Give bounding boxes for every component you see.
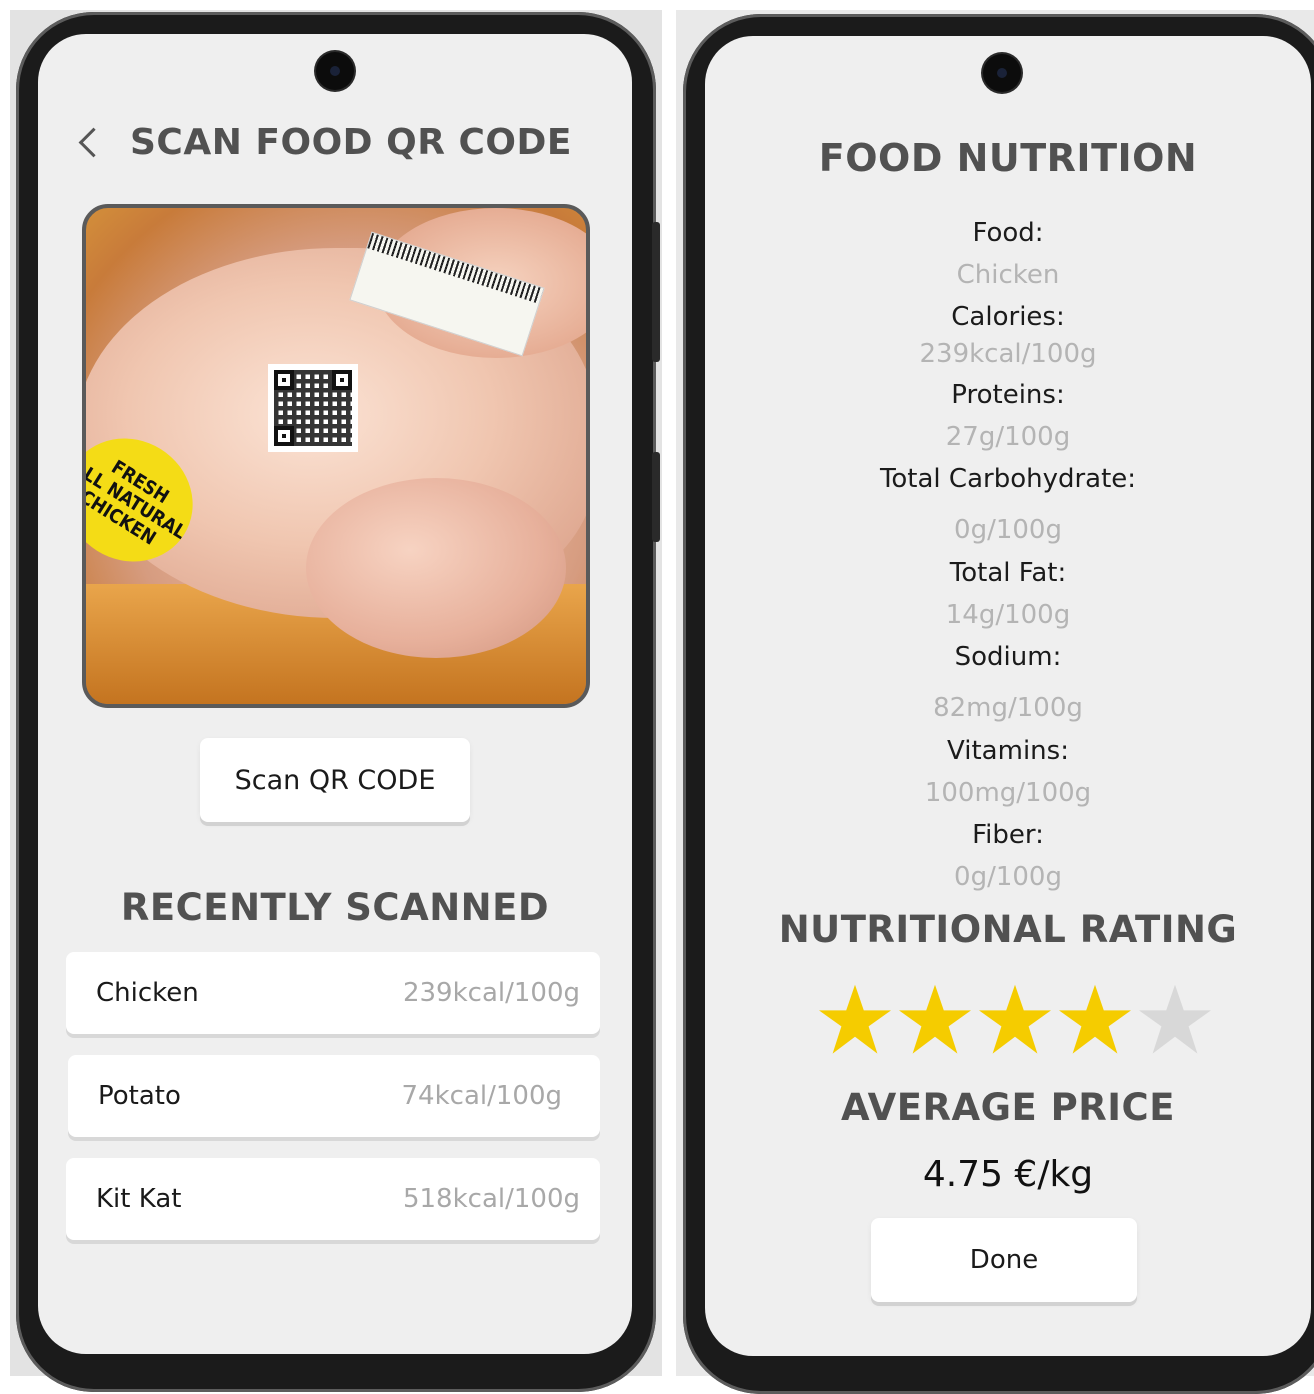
qr-code-icon bbox=[268, 364, 358, 452]
phone-frame-nutrition: FOOD NUTRITION Food: Chicken Calories: 2… bbox=[683, 14, 1314, 1394]
photo-chicken-leg bbox=[306, 478, 566, 658]
star-filled-icon bbox=[899, 984, 971, 1054]
item-name: Chicken bbox=[96, 978, 199, 1008]
phone-frame-scan: SCAN FOOD QR CODE FRESH ALL NATURAL CHIC… bbox=[16, 12, 660, 1392]
fact-label: Total Fat: bbox=[949, 558, 1067, 588]
average-price-value: 4.75 €/kg bbox=[922, 1154, 1094, 1195]
item-calories: 74kcal/100g bbox=[401, 1081, 562, 1111]
page-title: SCAN FOOD QR CODE bbox=[130, 121, 572, 163]
nutrition-screen: FOOD NUTRITION Food: Chicken Calories: 2… bbox=[705, 36, 1311, 1356]
fact-value: Chicken bbox=[956, 260, 1060, 290]
fact-value: 0g/100g bbox=[954, 862, 1062, 892]
item-name: Kit Kat bbox=[96, 1184, 182, 1214]
fact-value: 27g/100g bbox=[945, 422, 1071, 452]
back-chevron-icon[interactable] bbox=[74, 122, 104, 162]
scan-qr-code-button[interactable]: Scan QR CODE bbox=[200, 738, 470, 822]
star-filled-icon bbox=[1059, 984, 1131, 1054]
star-filled-icon bbox=[979, 984, 1051, 1054]
star-rating bbox=[815, 980, 1215, 1070]
fact-label: Sodium: bbox=[954, 642, 1062, 672]
fact-value: 82mg/100g bbox=[933, 693, 1083, 723]
front-camera bbox=[983, 54, 1021, 92]
done-button[interactable]: Done bbox=[871, 1218, 1137, 1302]
star-empty-icon bbox=[1139, 984, 1211, 1054]
fact-label: Fiber: bbox=[972, 820, 1044, 850]
phone-side-button bbox=[652, 222, 660, 362]
nutritional-rating-heading: NUTRITIONAL RATING bbox=[778, 908, 1238, 951]
page-title: FOOD NUTRITION bbox=[818, 136, 1198, 180]
item-name: Potato bbox=[98, 1081, 181, 1111]
item-calories: 239kcal/100g bbox=[402, 978, 580, 1008]
fact-label: Calories: bbox=[951, 302, 1065, 332]
scan-header: SCAN FOOD QR CODE bbox=[74, 112, 572, 172]
average-price-heading: AVERAGE PRICE bbox=[841, 1086, 1175, 1129]
scanned-food-photo: FRESH ALL NATURAL CHICKEN bbox=[82, 204, 590, 708]
star-filled-icon bbox=[819, 984, 891, 1054]
list-item[interactable]: Chicken 239kcal/100g bbox=[66, 952, 600, 1034]
fact-label: Total Carbohydrate: bbox=[879, 464, 1137, 494]
recently-scanned-list: Chicken 239kcal/100g Potato 74kcal/100g … bbox=[66, 952, 600, 1261]
scan-screen: SCAN FOOD QR CODE FRESH ALL NATURAL CHIC… bbox=[38, 34, 632, 1354]
fact-label: Vitamins: bbox=[947, 736, 1069, 766]
front-camera bbox=[316, 52, 354, 90]
fact-value: 239kcal/100g bbox=[919, 339, 1097, 369]
nutrition-facts: Food: Chicken Calories: 239kcal/100g Pro… bbox=[705, 212, 1311, 898]
fact-label: Proteins: bbox=[951, 380, 1065, 410]
fact-value: 14g/100g bbox=[945, 600, 1071, 630]
fact-value: 0g/100g bbox=[954, 515, 1062, 545]
item-calories: 518kcal/100g bbox=[402, 1184, 580, 1214]
recently-scanned-heading: RECENTLY SCANNED bbox=[120, 886, 550, 929]
fact-value: 100mg/100g bbox=[924, 778, 1092, 808]
list-item[interactable]: Potato 74kcal/100g bbox=[68, 1055, 600, 1137]
phone-side-button bbox=[652, 452, 660, 542]
list-item[interactable]: Kit Kat 518kcal/100g bbox=[66, 1158, 600, 1240]
fact-label: Food: bbox=[972, 218, 1044, 248]
